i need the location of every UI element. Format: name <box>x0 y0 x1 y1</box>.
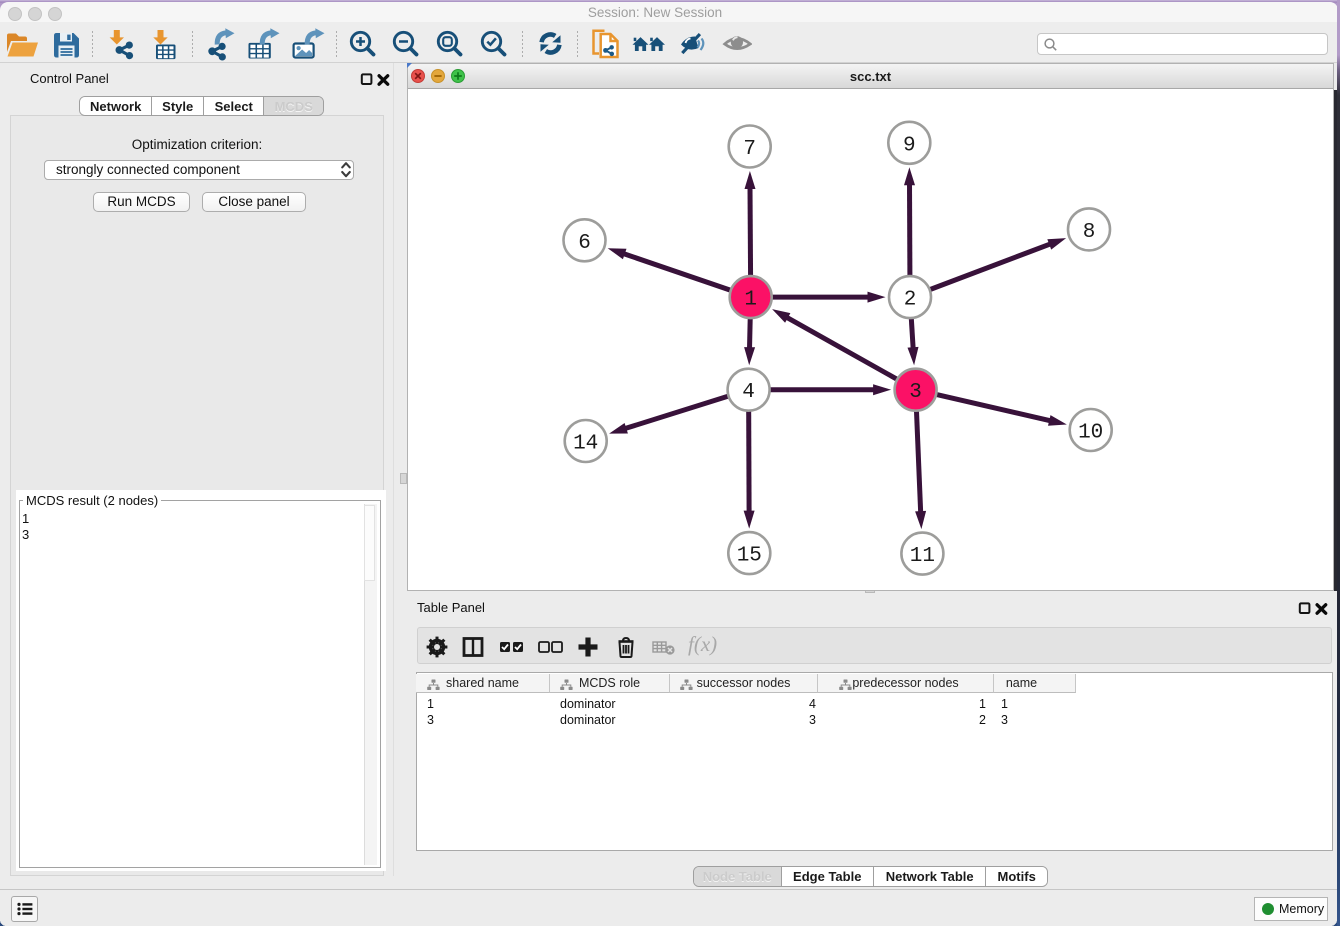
svg-text:4: 4 <box>742 381 755 404</box>
svg-text:2: 2 <box>904 289 917 312</box>
svg-text:10: 10 <box>1078 422 1103 445</box>
svg-text:1: 1 <box>744 289 757 312</box>
svg-text:7: 7 <box>743 138 756 161</box>
svg-text:15: 15 <box>737 545 762 568</box>
svg-text:14: 14 <box>573 433 598 456</box>
svg-text:11: 11 <box>910 545 935 568</box>
svg-text:9: 9 <box>903 134 916 157</box>
svg-text:6: 6 <box>578 232 591 255</box>
svg-text:8: 8 <box>1083 221 1096 244</box>
svg-text:3: 3 <box>909 381 922 404</box>
